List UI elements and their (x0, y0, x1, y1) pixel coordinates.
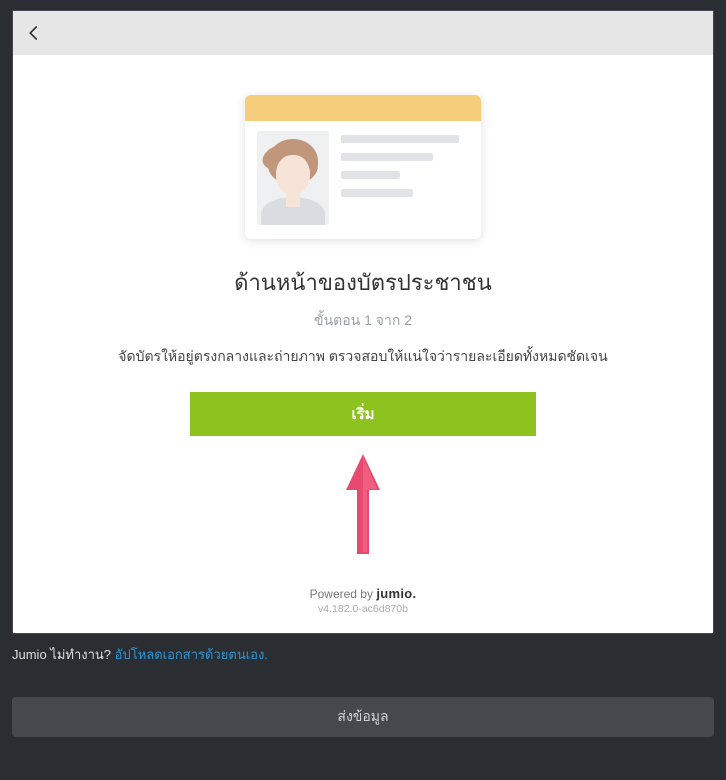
step-indicator: ขั้นตอน 1 จาก 2 (314, 310, 412, 332)
submit-button[interactable]: ส่งข้อมูล (12, 697, 714, 737)
fallback-prompt: Jumio ไม่ทำงาน? อัปโหลดเอกสารด้วยตนเอง. (12, 644, 714, 665)
card-header (13, 11, 713, 55)
back-icon[interactable] (25, 24, 43, 42)
page-title: ด้านหน้าของบัตรประชาชน (234, 265, 492, 300)
id-lines-placeholder (341, 131, 469, 229)
start-button[interactable]: เริ่ม (190, 392, 536, 436)
pointer-arrow-icon (342, 454, 384, 574)
verification-card: ด้านหน้าของบัตรประชาชน ขั้นตอน 1 จาก 2 จ… (12, 10, 714, 634)
instruction-text: จัดบัตรให้อยู่ตรงกลางและถ่ายภาพ ตรวจสอบใ… (118, 346, 607, 368)
fallback-text: Jumio ไม่ทำงาน? (12, 647, 115, 662)
version-text: v4.182.0-ac6d870b (310, 603, 417, 615)
card-content: ด้านหน้าของบัตรประชาชน ขั้นตอน 1 จาก 2 จ… (13, 55, 713, 633)
card-footer: Powered by jumio. v4.182.0-ac6d870b (310, 574, 417, 625)
jumio-brand: jumio. (376, 586, 416, 601)
id-card-illustration (245, 95, 481, 239)
powered-by-prefix: Powered by (310, 587, 377, 601)
avatar-icon (257, 131, 329, 225)
manual-upload-link[interactable]: อัปโหลดเอกสารด้วยตนเอง. (115, 647, 268, 662)
powered-by-text: Powered by jumio. (310, 586, 417, 601)
